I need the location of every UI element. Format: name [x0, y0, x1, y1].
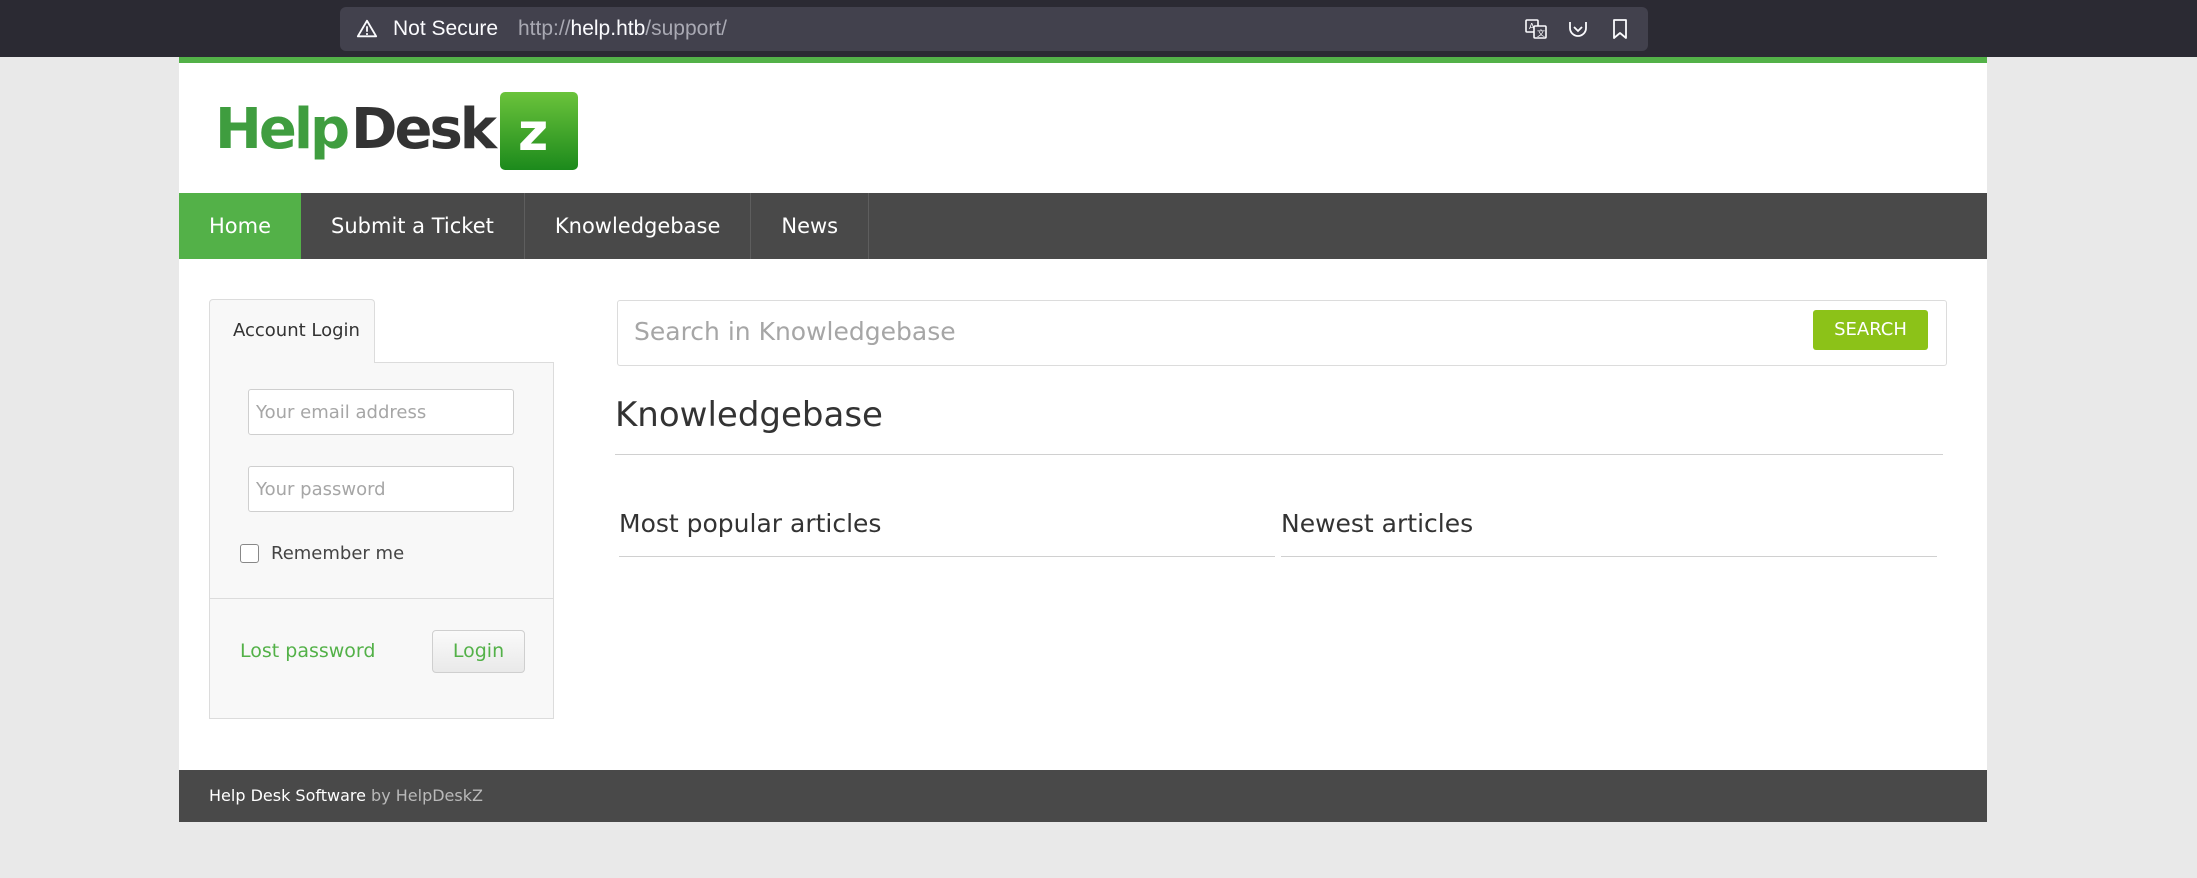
divider	[615, 454, 1943, 455]
login-panel: Remember me Lost password Login	[209, 362, 554, 719]
url-text[interactable]: http://help.htb/support/	[518, 17, 727, 41]
bookmark-icon[interactable]	[1608, 17, 1632, 41]
svg-text:Desk: Desk	[351, 97, 499, 162]
search-input[interactable]: Search in Knowledgebase	[634, 317, 956, 346]
page-title: Knowledgebase	[615, 395, 883, 435]
tab-joint	[210, 362, 374, 364]
url-path: /support/	[645, 17, 727, 40]
svg-text:A: A	[1529, 22, 1535, 31]
svg-text:Help: Help	[215, 97, 348, 162]
svg-text:z: z	[518, 103, 548, 163]
address-bar[interactable]: Not Secure http://help.htb/support/ A 文	[340, 7, 1648, 51]
browser-toolbar: Not Secure http://help.htb/support/ A 文	[0, 0, 2197, 57]
helpdeskz-logo[interactable]: Help Desk z	[215, 90, 579, 170]
translate-icon[interactable]: A 文	[1524, 17, 1548, 41]
nav-news[interactable]: News	[751, 193, 870, 259]
warning-icon[interactable]	[356, 18, 378, 40]
svg-text:文: 文	[1537, 28, 1545, 38]
page-container: Help Desk z Home Submit a Ticket Knowled…	[179, 57, 1987, 822]
url-scheme: http://	[518, 17, 571, 40]
search-button[interactable]: SEARCH	[1813, 310, 1928, 350]
email-field[interactable]	[248, 389, 514, 435]
footer-software-link[interactable]: Help Desk Software	[209, 786, 366, 805]
footer: Help Desk Software by HelpDeskZ	[179, 770, 1987, 822]
nav-submit-ticket[interactable]: Submit a Ticket	[301, 193, 525, 259]
account-login-tab[interactable]: Account Login	[209, 299, 375, 363]
divider	[210, 598, 553, 599]
remember-me-checkbox[interactable]	[240, 544, 259, 563]
most-popular-heading: Most popular articles	[619, 509, 882, 538]
remember-me[interactable]: Remember me	[240, 543, 404, 564]
main-nav: Home Submit a Ticket Knowledgebase News	[179, 193, 1987, 259]
nav-home[interactable]: Home	[179, 193, 302, 259]
password-field[interactable]	[248, 466, 514, 512]
remember-me-label: Remember me	[271, 543, 405, 564]
divider	[1281, 556, 1937, 557]
nav-knowledgebase[interactable]: Knowledgebase	[525, 193, 752, 259]
security-label[interactable]: Not Secure	[393, 17, 498, 41]
pocket-icon[interactable]	[1566, 17, 1590, 41]
footer-by-text: by HelpDeskZ	[371, 786, 483, 805]
lost-password-link[interactable]: Lost password	[240, 640, 375, 662]
newest-heading: Newest articles	[1281, 509, 1474, 538]
login-button[interactable]: Login	[432, 630, 525, 673]
url-host: help.htb	[570, 17, 646, 40]
search-box: Search in Knowledgebase SEARCH	[617, 300, 1947, 366]
divider	[619, 556, 1275, 557]
